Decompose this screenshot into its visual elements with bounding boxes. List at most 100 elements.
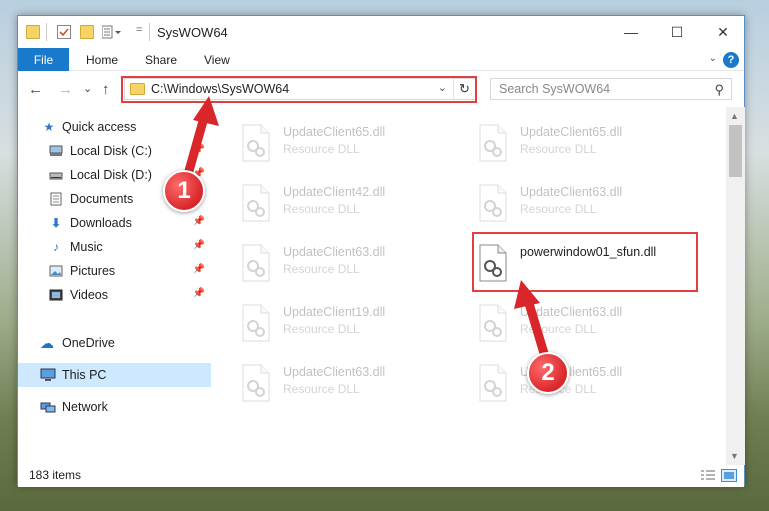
up-button[interactable]: ↑ — [102, 81, 110, 98]
network-icon — [40, 400, 56, 414]
navigation-pane: ★ Quick access Local Disk (C:) 📌 Local D… — [18, 107, 211, 465]
search-icon[interactable]: ⚲ — [714, 82, 724, 98]
dll-file-icon — [478, 184, 508, 222]
file-name: UpdateClient42.dll — [283, 185, 386, 199]
sidebar-item-label: This PC — [62, 368, 107, 382]
pictures-icon — [49, 264, 63, 278]
pin-icon[interactable]: 📌 — [193, 240, 205, 251]
step-2-marker: 2 — [527, 352, 569, 394]
sidebar-item-music[interactable]: ♪ Music 📌 — [18, 235, 211, 259]
pin-icon[interactable]: 📌 — [193, 288, 205, 299]
file-type: Resource DLL — [283, 322, 360, 336]
file-name: UpdateClient63.dll — [520, 185, 623, 199]
file-name: UpdateClient65.dll — [520, 125, 623, 139]
file-item[interactable]: UpdateClient63.dll Resource DLL — [474, 301, 704, 347]
sidebar-item-downloads[interactable]: ⬇ Downloads 📌 — [18, 211, 211, 235]
sidebar-item-label: Quick access — [62, 120, 137, 134]
ribbon: File Home Share View ⌄ ? — [18, 48, 744, 71]
file-name: UpdateClient19.dll — [283, 305, 386, 319]
customize-qat-icon[interactable] — [101, 25, 121, 39]
dll-file-icon — [241, 124, 271, 162]
dll-file-icon — [478, 124, 508, 162]
item-count: 183 items — [29, 468, 82, 482]
sidebar-item-label: Local Disk (D:) — [70, 168, 152, 182]
sidebar-item-pictures[interactable]: Pictures 📌 — [18, 259, 211, 283]
pin-icon[interactable]: 📌 — [193, 144, 205, 155]
search-placeholder: Search SysWOW64 — [499, 82, 611, 96]
expand-ribbon-icon[interactable]: ⌄ — [709, 53, 717, 64]
file-name: UpdateClient65.dll — [283, 125, 386, 139]
sidebar-item-label: Network — [62, 400, 108, 414]
address-bar-highlight-box — [121, 76, 477, 103]
scroll-thumb[interactable] — [729, 125, 742, 177]
computer-icon — [40, 368, 56, 382]
dll-file-icon — [478, 364, 508, 402]
pin-icon[interactable]: 📌 — [193, 216, 205, 227]
star-icon: ★ — [43, 120, 55, 134]
drive-icon — [49, 144, 63, 158]
file-highlight-box — [472, 232, 698, 292]
new-folder-icon[interactable] — [80, 25, 94, 39]
sidebar-item-this-pc[interactable]: This PC — [18, 363, 211, 387]
details-view-icon[interactable] — [700, 469, 716, 482]
back-button[interactable]: ← — [28, 81, 43, 98]
file-item[interactable]: UpdateClient19.dll Resource DLL — [237, 301, 467, 347]
music-icon: ♪ — [53, 240, 59, 254]
dll-file-icon — [478, 304, 508, 342]
sidebar-item-label: Downloads — [70, 216, 132, 230]
cloud-icon: ☁ — [40, 335, 54, 351]
drive-icon — [49, 168, 63, 182]
file-item[interactable]: UpdateClient65.dll Resource DLL — [474, 361, 704, 407]
tab-home[interactable]: Home — [86, 53, 118, 67]
dll-file-icon — [241, 184, 271, 222]
step-1-marker: 1 — [163, 170, 205, 212]
sidebar-item-local-disk-c[interactable]: Local Disk (C:) 📌 — [18, 139, 211, 163]
file-item[interactable]: UpdateClient42.dll Resource DLL — [237, 181, 467, 227]
sidebar-item-label: OneDrive — [62, 336, 115, 350]
tab-share[interactable]: Share — [145, 53, 177, 67]
sidebar-item-label: Pictures — [70, 264, 116, 278]
documents-icon — [49, 192, 63, 206]
maximize-button[interactable]: ☐ — [654, 16, 700, 48]
properties-icon[interactable] — [57, 25, 71, 39]
dll-file-icon — [241, 364, 271, 402]
file-type: Resource DLL — [520, 202, 597, 216]
file-type: Resource DLL — [283, 262, 360, 276]
close-button[interactable]: ✕ — [700, 16, 746, 48]
file-type: Resource DLL — [283, 202, 360, 216]
large-icons-view-icon[interactable] — [721, 469, 737, 482]
dll-file-icon — [241, 244, 271, 282]
minimize-button[interactable]: — — [608, 16, 654, 48]
file-type: Resource DLL — [283, 382, 360, 396]
sidebar-item-network[interactable]: Network — [18, 395, 211, 419]
file-name: UpdateClient63.dll — [283, 365, 386, 379]
file-item[interactable]: UpdateClient63.dll Resource DLL — [237, 241, 467, 287]
sidebar-item-quick-access[interactable]: ★ Quick access — [18, 115, 211, 139]
scroll-down-icon[interactable]: ▼ — [730, 451, 739, 461]
qat-dropdown-icon[interactable]: = — [136, 24, 142, 36]
search-input[interactable]: Search SysWOW64 ⚲ — [490, 78, 732, 100]
scroll-up-icon[interactable]: ▲ — [730, 111, 739, 121]
recent-locations-button[interactable]: ⌄ — [83, 82, 92, 95]
file-type: Resource DLL — [283, 142, 360, 156]
file-name: UpdateClient63.dll — [520, 305, 623, 319]
file-type: Resource DLL — [520, 142, 597, 156]
sidebar-item-label: Documents — [70, 192, 134, 206]
pin-icon[interactable]: 📌 — [193, 264, 205, 275]
help-icon[interactable]: ? — [723, 52, 739, 68]
file-item[interactable]: UpdateClient65.dll Resource DLL — [237, 121, 467, 167]
sidebar-item-videos[interactable]: Videos 📌 — [18, 283, 211, 307]
forward-button[interactable]: → — [58, 81, 73, 98]
file-item[interactable]: UpdateClient63.dll Resource DLL — [237, 361, 467, 407]
sidebar-item-label: Music — [70, 240, 103, 254]
vertical-scrollbar[interactable]: ▲ ▼ — [726, 107, 745, 465]
sidebar-item-onedrive[interactable]: ☁ OneDrive — [18, 331, 211, 355]
status-bar: 183 items — [18, 465, 744, 487]
file-item[interactable]: UpdateClient65.dll Resource DLL — [474, 121, 704, 167]
file-tab[interactable]: File — [18, 48, 69, 71]
tab-view[interactable]: View — [204, 53, 230, 67]
file-item[interactable]: UpdateClient63.dll Resource DLL — [474, 181, 704, 227]
window-title: SysWOW64 — [157, 25, 228, 40]
qat-divider — [46, 23, 47, 41]
title-bar: = SysWOW64 — ☐ ✕ — [18, 16, 744, 48]
